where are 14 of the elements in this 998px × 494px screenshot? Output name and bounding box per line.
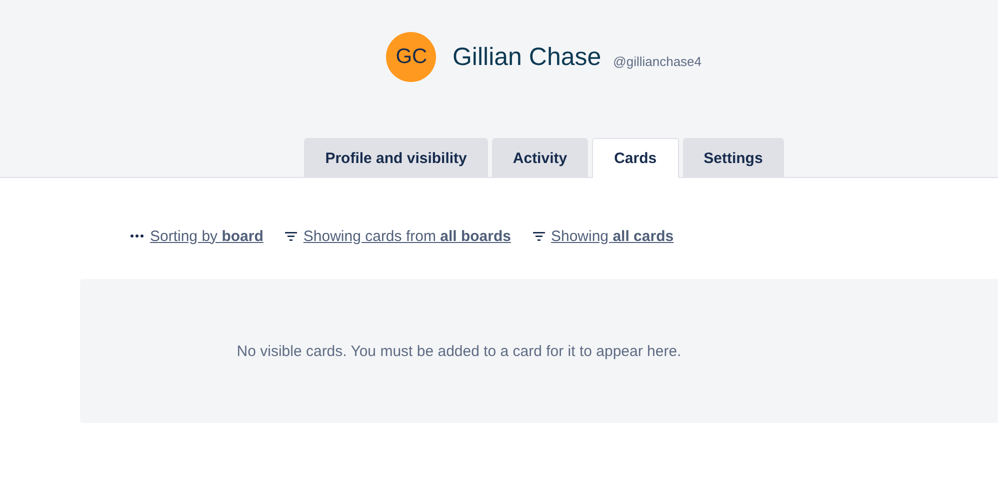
tab[interactable]: Profile and visibility xyxy=(304,138,488,178)
filter-link[interactable]: Showing cards from all boards xyxy=(303,228,511,244)
empty-message: No visible cards. You must be added to a card for it to appear here. xyxy=(236,342,682,360)
filter-icon xyxy=(532,232,545,240)
filter-link[interactable]: Sorting by board xyxy=(150,228,264,244)
filter-link[interactable]: Showing all cards xyxy=(550,228,674,244)
tab[interactable]: Cards xyxy=(592,138,679,178)
profile-name: Gillian Chase xyxy=(452,42,602,72)
more-icon xyxy=(130,234,144,238)
avatar: GC xyxy=(386,32,436,82)
tab[interactable]: Settings xyxy=(682,138,784,178)
tab[interactable]: Activity xyxy=(492,138,588,178)
filter-icon xyxy=(285,232,298,240)
username: @gillianchase4 xyxy=(613,54,702,68)
